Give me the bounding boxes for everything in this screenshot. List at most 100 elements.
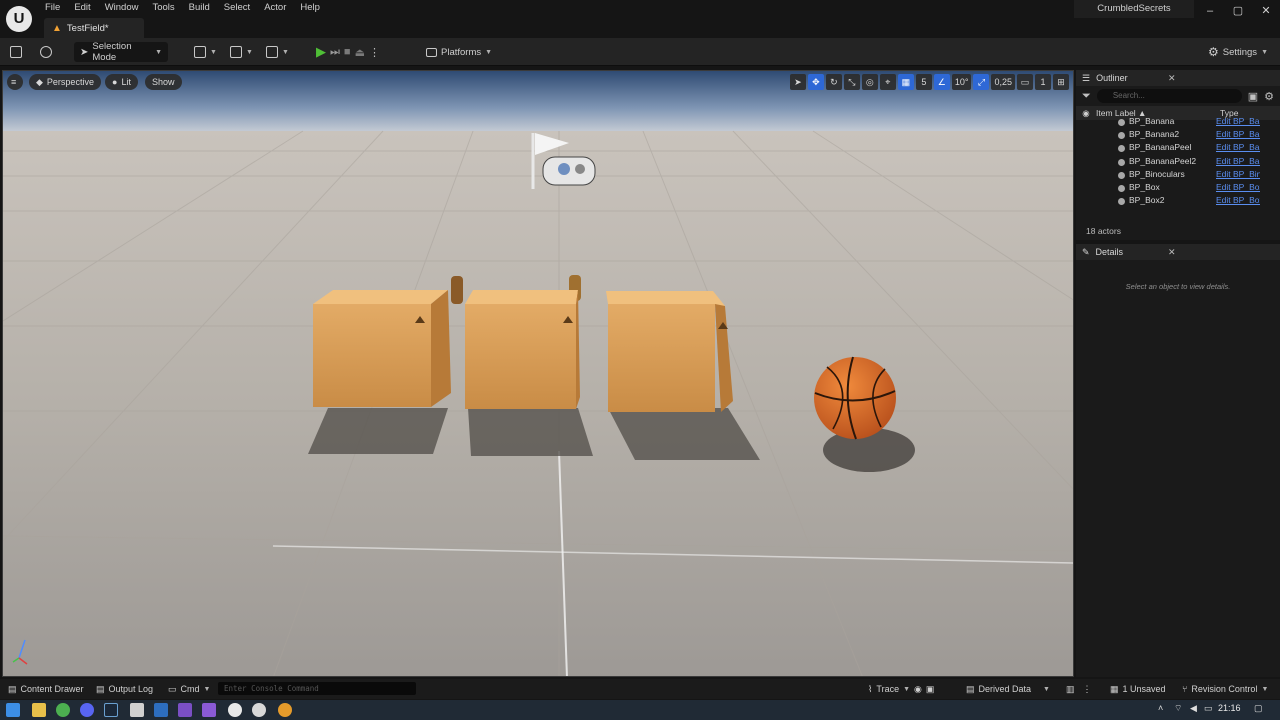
unreal-logo-icon[interactable]: U [6, 6, 32, 32]
windows-start-icon[interactable] [6, 703, 20, 717]
calculator-icon[interactable] [130, 703, 144, 717]
save-button[interactable] [10, 42, 22, 62]
outliner-list[interactable]: BP_Banana Edit BP_Ban BP_Banana2 Edit BP_B… [1076, 114, 1280, 220]
grid-snap-icon[interactable]: ▦ [897, 74, 914, 90]
unsaved-button[interactable]: ▦ 1 Unsaved [1110, 679, 1166, 699]
list-item[interactable]: BP_Box Edit BP_Box [1076, 180, 1280, 193]
scale-snap-icon[interactable]: ⤢ [973, 74, 990, 90]
network-icon[interactable]: ⌔ [1174, 703, 1182, 714]
battery-icon[interactable]: ▭ [1204, 703, 1213, 714]
screenshot-icon[interactable]: ▣ [926, 684, 935, 695]
menu-select[interactable]: Select [217, 0, 257, 16]
eject-icon[interactable]: ⏏ [355, 46, 365, 59]
cardboard-box[interactable] [465, 290, 580, 409]
scale-snap-value[interactable]: 0,25 [991, 74, 1015, 90]
stop-icon[interactable]: ■ [344, 46, 351, 58]
content-drawer-button[interactable]: ▤ Content Drawer [8, 679, 84, 699]
gear-icon[interactable]: ⚙ [1264, 90, 1274, 103]
level-viewport[interactable]: ≡ ◆ Perspective ● Lit Show ➤ ✥ ↻ ⤡ ◎ ⌖ ▦… [2, 70, 1074, 677]
filter-icon[interactable]: ⏷ [1082, 90, 1091, 103]
settings-button[interactable]: ⚙ Settings ▼ [1208, 42, 1268, 62]
visual-studio-icon[interactable] [202, 703, 216, 717]
menu-actor[interactable]: Actor [257, 0, 293, 16]
translate-tool-icon[interactable]: ✥ [807, 74, 824, 90]
menu-edit[interactable]: Edit [67, 0, 97, 16]
menu-file[interactable]: File [38, 0, 67, 16]
play-options-icon[interactable]: ⋮ [369, 46, 380, 59]
show-button[interactable]: Show [145, 74, 182, 90]
scale-tool-icon[interactable]: ⤡ [843, 74, 860, 90]
view-mode-button[interactable]: ● Lit [105, 74, 138, 90]
cmd-dropdown[interactable]: ▭ Cmd ▼ [168, 679, 210, 699]
list-item[interactable]: BP_Binoculars Edit BP_Bin [1076, 167, 1280, 180]
app-icon[interactable] [154, 703, 168, 717]
close-icon[interactable]: ✕ [1168, 247, 1176, 258]
viewport-layout-icon[interactable]: ⊞ [1053, 74, 1069, 90]
search-input[interactable]: Search... [1096, 89, 1242, 103]
rotation-snap-value[interactable]: 10° [951, 74, 972, 90]
discord-icon[interactable] [80, 703, 94, 717]
notifications-icon[interactable]: ▢ [1254, 703, 1263, 714]
add-actor-button[interactable]: ▼ [194, 42, 217, 62]
step-icon[interactable]: ⏭ [330, 46, 340, 59]
maximize-icon[interactable]: ▢ [1224, 0, 1252, 22]
menu-window[interactable]: Window [98, 0, 146, 16]
revision-control-button[interactable]: ⑂ Revision Control ▼ [1182, 679, 1268, 699]
details-tab[interactable]: ✎ Details ✕ [1076, 244, 1280, 260]
menu-help[interactable]: Help [293, 0, 327, 16]
unreal-taskbar-icon[interactable] [252, 703, 266, 717]
cardboard-box[interactable] [313, 290, 451, 407]
list-item[interactable]: BP_Banana Edit BP_Ban [1076, 114, 1280, 127]
chrome-icon[interactable] [56, 703, 70, 717]
content-browse-button[interactable] [40, 42, 52, 62]
more-icon[interactable]: ⋮ [1083, 684, 1092, 695]
menu-build[interactable]: Build [182, 0, 217, 16]
list-item[interactable]: BP_BananaPeel Edit BP_Bar [1076, 141, 1280, 154]
world-space-icon[interactable]: ◎ [861, 74, 878, 90]
surface-snap-icon[interactable]: ⌖ [879, 74, 896, 90]
system-clock[interactable]: 21:16 [1218, 703, 1241, 713]
blueprints-button[interactable]: ▼ [230, 42, 253, 62]
level-tab[interactable]: ▲ TestField* [44, 18, 144, 38]
cinematics-button[interactable]: ▼ [266, 42, 289, 62]
volume-icon[interactable]: ◀ [1190, 703, 1197, 714]
play-button[interactable]: ▶ ⏭ ■ ⏏ ⋮ [316, 42, 380, 62]
app-icon[interactable] [278, 703, 292, 717]
tray-chevron-icon[interactable]: ˄ [1158, 703, 1163, 713]
source-control-icons[interactable]: ▥ ⋮ [1066, 679, 1092, 699]
outliner-tab[interactable]: ☰ Outliner ✕ [1076, 70, 1280, 86]
platforms-dropdown[interactable]: Platforms ▼ [426, 42, 492, 62]
camera-speed-icon[interactable]: ▭ [1017, 74, 1033, 90]
select-tool-icon[interactable]: ➤ [789, 74, 806, 90]
file-explorer-icon[interactable] [32, 703, 46, 717]
record-icon[interactable]: ◉ [914, 684, 922, 695]
cardboard-box[interactable] [606, 291, 733, 412]
stats-icon[interactable]: ▥ [1066, 684, 1075, 695]
binoculars-prop[interactable] [451, 276, 463, 304]
trace-dropdown[interactable]: ⌇ Trace ▼ ◉ ▣ [868, 679, 934, 699]
perspective-button[interactable]: ◆ Perspective [29, 74, 101, 90]
output-log-button[interactable]: ▤ Output Log [96, 679, 153, 699]
grid-snap-value[interactable]: 5 [915, 74, 932, 90]
rotate-tool-icon[interactable]: ↻ [825, 74, 842, 90]
selection-mode-dropdown[interactable]: ➤ Selection Mode ▼ [74, 41, 168, 63]
list-item[interactable]: BP_BananaPeel2 Edit BP_Bar [1076, 154, 1280, 167]
close-icon[interactable]: ✕ [1252, 0, 1280, 22]
chevron-down-icon: ▼ [203, 685, 211, 693]
close-icon[interactable]: ✕ [1168, 73, 1176, 84]
new-folder-icon[interactable]: ▣ [1248, 90, 1258, 103]
unreal-taskbar-icon[interactable] [228, 703, 242, 717]
list-item[interactable]: BP_Box2 Edit BP_Box [1076, 194, 1280, 207]
visual-studio-icon[interactable] [178, 703, 192, 717]
viewport-scene[interactable] [3, 71, 1074, 677]
steam-icon[interactable] [104, 703, 118, 717]
camera-speed-value[interactable]: 1 [1035, 74, 1051, 90]
menu-tools[interactable]: Tools [145, 0, 181, 16]
basketball[interactable] [814, 356, 896, 440]
derived-data-dropdown[interactable]: ▤ Derived Data ▼ [966, 679, 1050, 699]
console-command-input[interactable]: Enter Console Command [218, 682, 416, 695]
rotation-snap-icon[interactable]: ∠ [933, 74, 950, 90]
viewport-options-button[interactable]: ≡ [7, 74, 23, 90]
minimize-icon[interactable]: – [1196, 0, 1224, 22]
list-item[interactable]: BP_Banana2 Edit BP_Bar [1076, 127, 1280, 140]
